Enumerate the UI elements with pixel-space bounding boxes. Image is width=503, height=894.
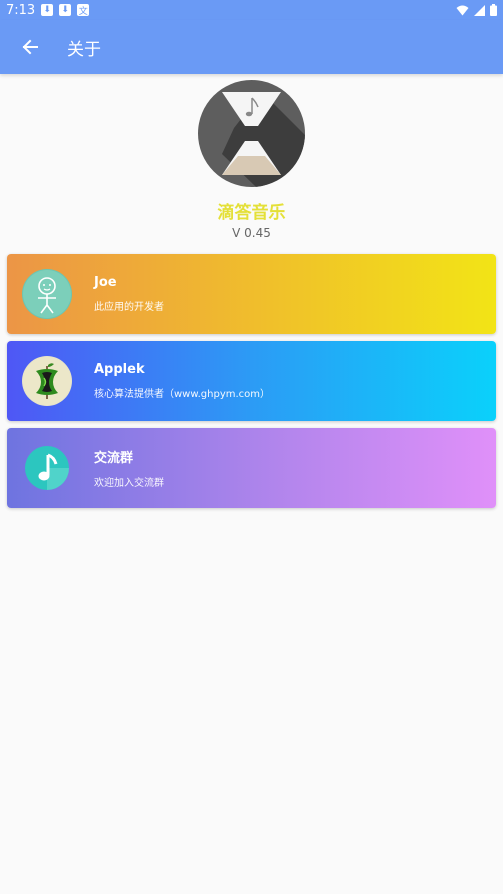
card-title: Applek — [94, 362, 145, 377]
battery-icon — [490, 4, 497, 16]
card-description: 此应用的开发者 — [94, 302, 164, 313]
chat-group-card[interactable]: 交流群 欢迎加入交流群 — [7, 428, 496, 508]
card-title: Joe — [94, 275, 117, 290]
avatar — [22, 443, 72, 493]
avatar — [22, 269, 72, 319]
wifi-icon — [456, 5, 469, 15]
app-logo — [198, 80, 305, 187]
avatar — [22, 356, 72, 406]
arrow-left-icon — [22, 39, 38, 55]
back-button[interactable] — [0, 20, 60, 74]
status-bar: 7:13 ⬇ ⬇ 文 — [0, 0, 503, 20]
signal-icon — [474, 4, 485, 16]
algorithm-provider-card[interactable]: Applek 核心算法提供者（www.ghpym.com） — [7, 341, 496, 421]
card-description: 核心算法提供者（www.ghpym.com） — [94, 389, 271, 400]
developer-card[interactable]: Joe 此应用的开发者 — [7, 254, 496, 334]
hourglass-music-icon — [198, 80, 305, 187]
music-note-icon — [25, 446, 69, 490]
card-description: 欢迎加入交流群 — [94, 478, 164, 489]
translate-icon: 文 — [77, 4, 90, 17]
card-title: 交流群 — [94, 451, 134, 466]
download-icon: ⬇ — [59, 4, 72, 16]
apple-core-icon — [23, 357, 71, 405]
page-title: 关于 — [67, 39, 101, 60]
download-icon: ⬇ — [41, 4, 54, 16]
app-bar: 关于 — [0, 20, 503, 74]
stick-figure-icon — [23, 270, 71, 318]
app-version: V 0.45 — [232, 226, 271, 240]
app-name: 滴答音乐 — [217, 203, 286, 223]
status-time: 7:13 — [6, 2, 36, 18]
